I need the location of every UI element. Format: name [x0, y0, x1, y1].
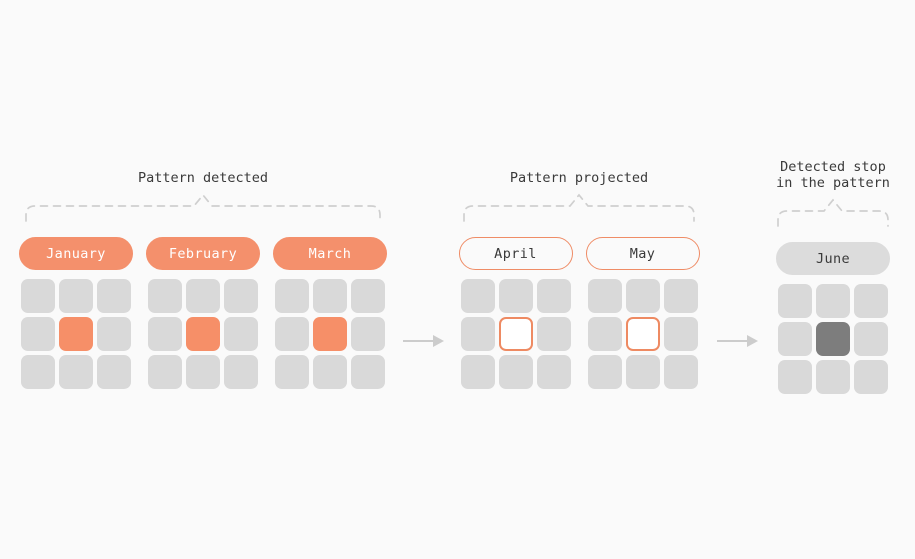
grid-cell[interactable] [275, 279, 309, 313]
grid-cell[interactable] [351, 355, 385, 389]
arrow-right-icon-projected-to-stop [717, 335, 758, 347]
grid-cell[interactable] [460, 279, 495, 313]
bracket-pattern-detected [25, 193, 381, 222]
month-grid-february [148, 279, 258, 389]
month-may[interactable]: May [585, 237, 700, 389]
grid-cell[interactable] [313, 355, 347, 389]
grid-cell-stopped[interactable] [816, 322, 850, 356]
arrow-right-icon-detected-to-projected [403, 335, 444, 347]
month-pill-january[interactable]: January [19, 237, 133, 270]
grid-cell[interactable] [498, 355, 533, 389]
month-pill-march[interactable]: March [273, 237, 387, 270]
group-caption-detected-stop: Detected stop in the pattern [776, 159, 890, 191]
month-pill-may[interactable]: May [585, 237, 700, 270]
grid-cell[interactable] [778, 284, 812, 318]
month-grid-may [587, 279, 698, 389]
grid-cell[interactable] [186, 355, 220, 389]
grid-cell[interactable] [625, 279, 660, 313]
month-june[interactable]: June [776, 242, 890, 394]
grid-cell-highlighted[interactable] [59, 317, 93, 351]
grid-cell[interactable] [498, 279, 533, 313]
grid-cell-highlighted[interactable] [313, 317, 347, 351]
grid-cell[interactable] [816, 360, 850, 394]
grid-cell[interactable] [59, 355, 93, 389]
grid-cell[interactable] [97, 355, 131, 389]
grid-cell[interactable] [224, 279, 258, 313]
grid-cell[interactable] [21, 317, 55, 351]
diagram-canvas: Pattern detected January February March … [0, 0, 915, 559]
grid-cell[interactable] [313, 279, 347, 313]
grid-cell-projected[interactable] [625, 317, 660, 351]
grid-cell[interactable] [587, 279, 622, 313]
month-january[interactable]: January [19, 237, 133, 389]
group-pattern-projected: Pattern projected April May [458, 170, 700, 389]
month-pill-april[interactable]: April [458, 237, 573, 270]
grid-cell[interactable] [148, 279, 182, 313]
group-pattern-detected: Pattern detected January February March [19, 170, 387, 389]
grid-cell[interactable] [854, 322, 888, 356]
month-grid-january [21, 279, 131, 389]
bracket-pattern-projected [463, 193, 695, 222]
month-grid-april [460, 279, 571, 389]
grid-cell[interactable] [460, 355, 495, 389]
grid-cell[interactable] [275, 355, 309, 389]
group-caption-pattern-detected: Pattern detected [137, 170, 269, 186]
grid-cell[interactable] [59, 279, 93, 313]
grid-cell[interactable] [778, 360, 812, 394]
grid-cell[interactable] [625, 355, 660, 389]
grid-cell[interactable] [21, 279, 55, 313]
grid-cell[interactable] [663, 355, 698, 389]
grid-cell[interactable] [148, 355, 182, 389]
grid-cell[interactable] [663, 317, 698, 351]
grid-cell[interactable] [536, 279, 571, 313]
month-february[interactable]: February [146, 237, 260, 389]
months-row-detected-stop: June [776, 242, 890, 394]
month-pill-february[interactable]: February [146, 237, 260, 270]
grid-cell[interactable] [351, 279, 385, 313]
group-caption-pattern-projected: Pattern projected [509, 170, 649, 186]
group-detected-stop: Detected stop in the pattern June [776, 159, 890, 394]
month-grid-march [275, 279, 385, 389]
grid-cell-highlighted[interactable] [186, 317, 220, 351]
grid-cell[interactable] [663, 279, 698, 313]
grid-cell[interactable] [21, 355, 55, 389]
grid-cell[interactable] [536, 317, 571, 351]
grid-cell[interactable] [148, 317, 182, 351]
grid-cell[interactable] [224, 317, 258, 351]
grid-cell[interactable] [97, 279, 131, 313]
month-grid-june [778, 284, 888, 394]
grid-cell[interactable] [536, 355, 571, 389]
month-march[interactable]: March [273, 237, 387, 389]
months-row-pattern-detected: January February March [19, 237, 387, 389]
grid-cell[interactable] [587, 355, 622, 389]
grid-cell[interactable] [186, 279, 220, 313]
months-row-pattern-projected: April May [458, 237, 700, 389]
grid-cell[interactable] [275, 317, 309, 351]
grid-cell[interactable] [854, 360, 888, 394]
grid-cell-projected[interactable] [498, 317, 533, 351]
grid-cell[interactable] [351, 317, 385, 351]
grid-cell[interactable] [816, 284, 850, 318]
month-pill-june[interactable]: June [776, 242, 890, 275]
bracket-detected-stop [777, 198, 889, 227]
grid-cell[interactable] [778, 322, 812, 356]
grid-cell[interactable] [97, 317, 131, 351]
grid-cell[interactable] [854, 284, 888, 318]
month-april[interactable]: April [458, 237, 573, 389]
grid-cell[interactable] [587, 317, 622, 351]
grid-cell[interactable] [224, 355, 258, 389]
grid-cell[interactable] [460, 317, 495, 351]
